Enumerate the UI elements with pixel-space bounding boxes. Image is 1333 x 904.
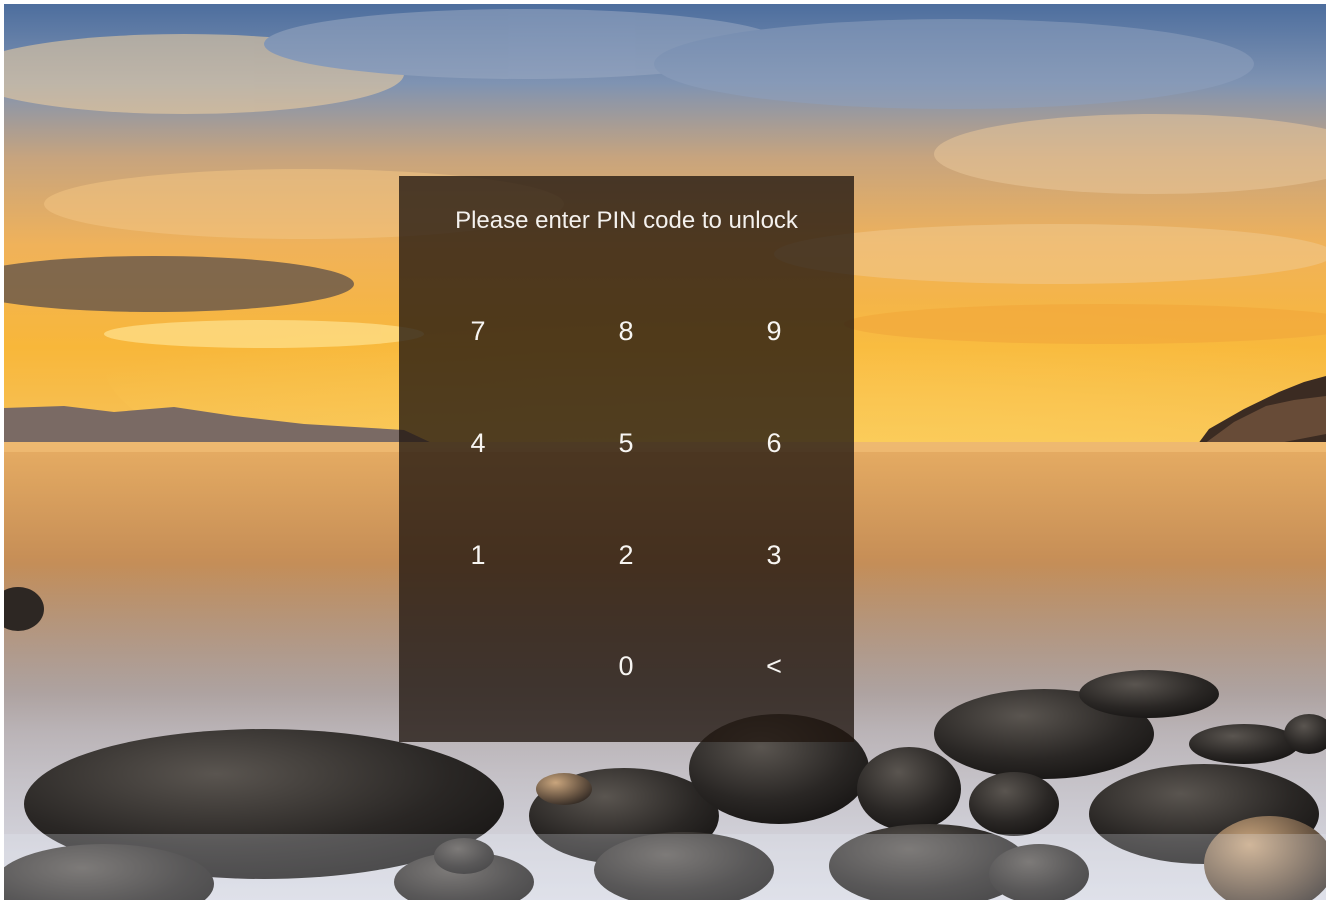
- key-2-label: 2: [618, 539, 634, 570]
- key-1-label: 1: [470, 539, 486, 570]
- key-7[interactable]: 7: [418, 296, 538, 366]
- key-4[interactable]: 4: [418, 408, 538, 478]
- key-2[interactable]: 2: [566, 520, 686, 590]
- key-6-label: 6: [766, 427, 782, 458]
- key-6[interactable]: 6: [714, 408, 834, 478]
- key-1[interactable]: 1: [418, 520, 538, 590]
- key-9[interactable]: 9: [714, 296, 834, 366]
- pin-entry-panel: Please enter PIN code to unlock 7 8 9 4 5 6 1 2…: [399, 176, 854, 742]
- key-3[interactable]: 3: [714, 520, 834, 590]
- backspace-key[interactable]: <: [714, 631, 834, 701]
- pin-prompt-text: Please enter PIN code to unlock: [455, 207, 798, 234]
- key-5[interactable]: 5: [566, 408, 686, 478]
- key-5-label: 5: [618, 427, 634, 458]
- key-8-label: 8: [618, 315, 634, 346]
- key-7-label: 7: [470, 315, 486, 346]
- key-4-label: 4: [470, 427, 486, 458]
- key-0-label: 0: [618, 650, 634, 681]
- key-0[interactable]: 0: [566, 631, 686, 701]
- key-3-label: 3: [766, 539, 782, 570]
- backspace-key-label: <: [766, 650, 782, 681]
- key-8[interactable]: 8: [566, 296, 686, 366]
- key-9-label: 9: [766, 315, 782, 346]
